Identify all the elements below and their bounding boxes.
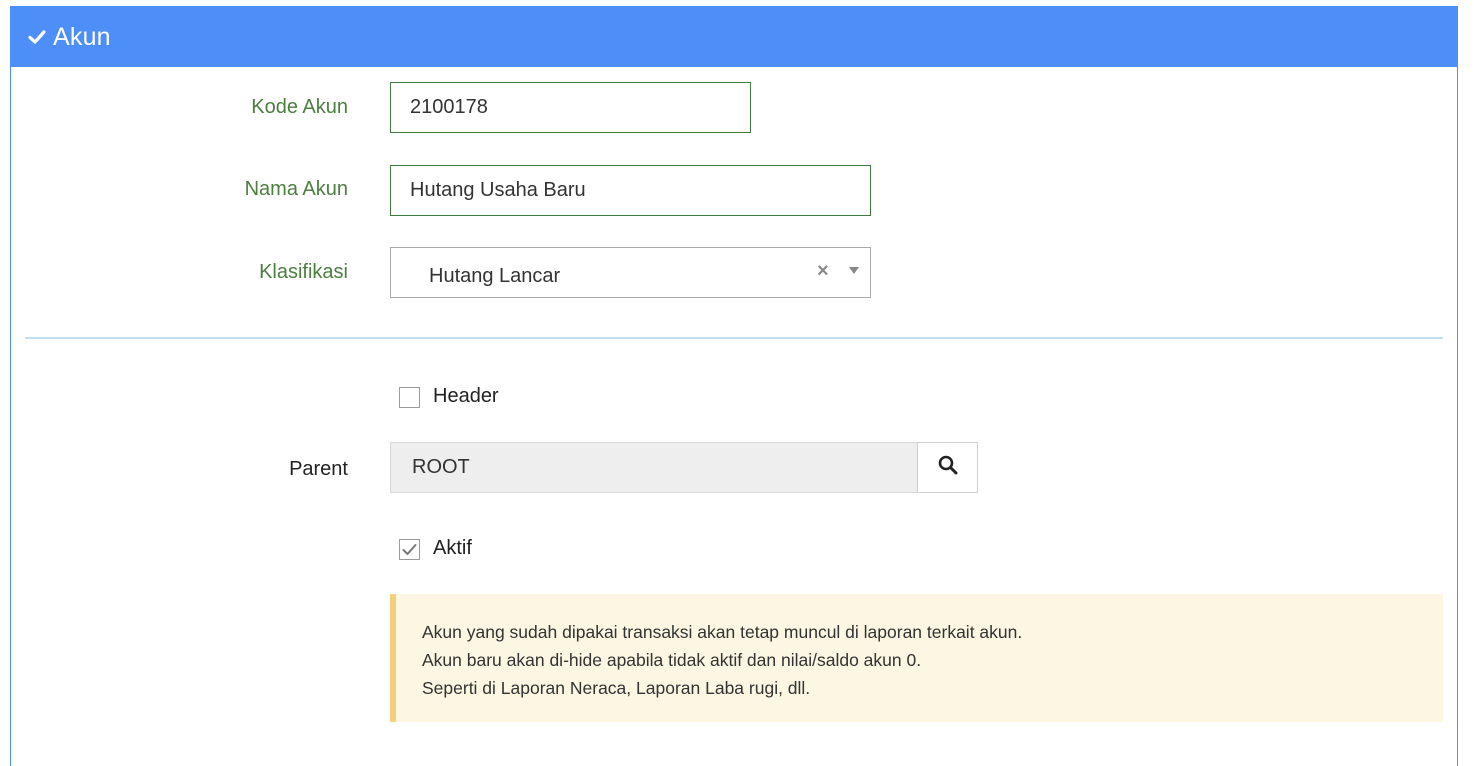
alert-line: Akun baru akan di-hide apabila tidak akt… [422,650,922,670]
aktif-checkbox[interactable] [399,539,420,560]
section-divider [25,337,1443,339]
checkmark-icon [402,544,417,555]
kode-akun-input[interactable] [390,82,751,133]
klasifikasi-select[interactable]: Hutang Lancar × [390,247,871,298]
check-icon [27,27,47,47]
search-icon [938,455,958,480]
parent-input: ROOT [390,442,918,493]
parent-search-button[interactable] [917,442,978,493]
nama-akun-input[interactable] [390,165,871,216]
alert-line: Seperti di Laporan Neraca, Laporan Laba … [422,678,811,698]
panel-title: Akun [53,22,111,51]
klasifikasi-label: Klasifikasi [259,261,348,283]
alert-line: Akun yang sudah dipakai transaksi akan t… [422,622,1023,642]
klasifikasi-selected-value: Hutang Lancar [429,265,561,287]
parent-label: Parent [289,458,348,480]
aktif-checkbox-label[interactable]: Aktif [433,537,472,560]
clear-icon[interactable]: × [817,260,829,283]
kode-akun-label: Kode Akun [251,96,348,118]
header-checkbox-label[interactable]: Header [433,385,499,408]
panel-header: Akun [11,7,1457,67]
parent-value: ROOT [412,456,470,478]
nama-akun-label: Nama Akun [244,178,348,200]
info-alert: Akun yang sudah dipakai transaksi akan t… [390,594,1443,722]
header-checkbox[interactable] [399,387,420,408]
